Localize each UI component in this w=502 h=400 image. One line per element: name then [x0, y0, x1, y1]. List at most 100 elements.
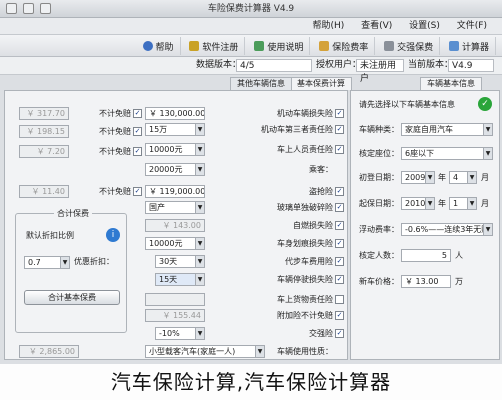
maximize-window-button[interactable]	[40, 3, 51, 14]
data-version-value: 4/5	[236, 59, 312, 72]
help-icon	[142, 41, 153, 51]
chevron-down-icon: ▼	[195, 164, 204, 175]
cargo-checkbox[interactable]	[335, 295, 344, 304]
start-month-value: 1	[453, 199, 459, 208]
deductible-amount-4: ￥ 11.40	[19, 185, 69, 198]
calculator-button[interactable]: 计算器	[443, 37, 496, 55]
register-button[interactable]: 软件注册	[183, 37, 246, 55]
theft-checkbox[interactable]: ✓	[335, 187, 344, 196]
deductible-label-1: 不计免赔	[99, 109, 131, 118]
deductible-label-3: 不计免赔	[99, 147, 131, 156]
self-ignition-amount: ￥ 143.00	[145, 219, 205, 232]
register-year-select[interactable]: 2009 ▼	[401, 171, 435, 184]
float-rate-select[interactable]: -0.6%——连续3年无赔款 ▼	[401, 223, 493, 236]
manual-button[interactable]: 使用说明	[248, 37, 311, 55]
start-year-select[interactable]: 2010 ▼	[401, 197, 435, 210]
tool-icon	[384, 41, 395, 51]
window-title: 车险保费计算器 V4.9	[207, 4, 295, 14]
usage-value: 小型载客汽车(家庭一人)	[149, 347, 236, 356]
menu-view[interactable]: 查看(V)	[354, 18, 399, 35]
usage-select[interactable]: 小型载客汽车(家庭一人) ▼	[145, 345, 265, 358]
compulsory-premium-button[interactable]: 交强保费	[378, 37, 441, 55]
chevron-down-icon: ▼	[195, 328, 204, 339]
chevron-down-icon: ▼	[195, 144, 204, 155]
third-party-checkbox[interactable]: ✓	[335, 125, 344, 134]
register-month-select[interactable]: 4 ▼	[449, 171, 477, 184]
summary-group: 合计保费 i 默认折扣比例 优惠折扣： 0.7 ▼ 合计基本保费	[15, 208, 127, 333]
glass-checkbox[interactable]: ✓	[335, 203, 344, 212]
title-bar: 车险保费计算器 V4.9	[0, 0, 502, 18]
rental-checkbox[interactable]: ✓	[335, 257, 344, 266]
glass-value: 国产	[149, 203, 165, 212]
deductible-checkbox-4[interactable]: ✓	[133, 187, 142, 196]
register-date-label: 初登日期：	[359, 173, 399, 182]
deductible-checkbox-1[interactable]: ✓	[133, 109, 142, 118]
damage-checkbox[interactable]: ✓	[335, 109, 344, 118]
downtime-checkbox[interactable]: ✓	[335, 275, 344, 284]
tab-basic-premium[interactable]: 基本保费计算	[290, 77, 352, 90]
self-ignition-checkbox[interactable]: ✓	[335, 221, 344, 230]
theft-amount-input[interactable]: ￥ 119,000.00	[145, 185, 205, 198]
chevron-down-icon: ▼	[195, 124, 204, 135]
damage-amount-input[interactable]: ￥ 130,000.00	[145, 107, 205, 120]
minimize-window-button[interactable]	[23, 3, 34, 14]
start-date-label: 起保日期：	[359, 199, 399, 208]
usage-label: 车辆使用性质：	[277, 347, 333, 356]
glass-select[interactable]: 国产 ▼	[145, 201, 205, 214]
downtime-select[interactable]: 15天 ▼	[155, 273, 205, 286]
hint-text: 请先选择以下车辆基本信息	[359, 100, 455, 109]
seats-select[interactable]: 6座以下 ▼	[401, 147, 493, 160]
chevron-down-icon: ▼	[467, 172, 476, 183]
deductible-checkbox-3[interactable]: ✓	[133, 147, 142, 156]
menu-help[interactable]: 帮助(H)	[305, 18, 351, 35]
year-unit: 年	[438, 199, 446, 208]
passenger-select[interactable]: 20000元 ▼	[145, 163, 205, 176]
scratch-checkbox[interactable]: ✓	[335, 239, 344, 248]
close-window-button[interactable]	[6, 3, 17, 14]
info-bar: 当前版本： V4.9 授权用户： 未注册用户 数据版本： 4/5	[0, 57, 502, 84]
scratch-select[interactable]: 10000元 ▼	[145, 237, 205, 250]
driver-liability-checkbox[interactable]: ✓	[335, 145, 344, 154]
start-year-value: 2010	[405, 199, 426, 208]
price-input[interactable]: ￥ 13.00	[401, 275, 451, 288]
discount-select[interactable]: 0.7 ▼	[24, 256, 70, 269]
rental-select[interactable]: 30天 ▼	[155, 255, 205, 268]
chevron-down-icon: ▼	[195, 202, 204, 213]
vehicle-type-select[interactable]: 家庭自用汽车 ▼	[401, 123, 493, 136]
calc-total-button[interactable]: 合计基本保费	[24, 290, 120, 305]
start-month-select[interactable]: 1 ▼	[449, 197, 477, 210]
chevron-down-icon: ▼	[425, 172, 434, 183]
vehicle-info-panel: ✓ 请先选择以下车辆基本信息 车辆种类： 家庭自用汽车 ▼ 核定座位： 6座以下 ▼…	[350, 90, 500, 360]
passenger-value: 20000元	[149, 165, 183, 174]
user-label: 授权用户：	[316, 60, 362, 70]
driver-liability-select[interactable]: 10000元 ▼	[145, 143, 205, 156]
compulsory-select[interactable]: -10% ▼	[155, 327, 205, 340]
passengers-label: 核定人数：	[359, 251, 399, 260]
seats-value: 6座以下	[405, 149, 435, 158]
chevron-down-icon: ▼	[255, 346, 264, 357]
menu-file[interactable]: 文件(F)	[450, 18, 494, 35]
discount-label: 优惠折扣：	[74, 257, 114, 266]
third-party-value: 15万	[149, 125, 168, 134]
tab-other-info[interactable]: 其他车辆信息	[230, 77, 292, 90]
toolbar: 计算器 交强保费 保险费率 使用说明 软件注册 帮助	[0, 35, 502, 57]
tab-vehicle-info[interactable]: 车辆基本信息	[420, 77, 482, 90]
theft-label: 盗抢险	[309, 187, 333, 196]
chevron-down-icon: ▼	[483, 148, 492, 159]
cargo-amount	[145, 293, 205, 306]
deductible-label-4: 不计免赔	[99, 187, 131, 196]
menu-settings[interactable]: 设置(S)	[402, 18, 447, 35]
discount-value: 0.7	[28, 258, 41, 267]
info-icon: i	[106, 228, 120, 242]
third-party-select[interactable]: 15万 ▼	[145, 123, 205, 136]
passengers-input[interactable]: 5	[401, 249, 451, 262]
deductible-checkbox-2[interactable]: ✓	[133, 127, 142, 136]
rate-button[interactable]: 保险费率	[313, 37, 376, 55]
passenger-label: 乘客：	[309, 165, 333, 174]
table-icon	[319, 41, 330, 51]
compulsory-checkbox[interactable]: ✓	[335, 329, 344, 338]
float-rate-value: -0.6%——连续3年无赔款	[405, 225, 493, 234]
addon-deductible-checkbox[interactable]: ✓	[335, 311, 344, 320]
help-button[interactable]: 帮助	[137, 37, 181, 55]
damage-label: 机动车辆损失险	[277, 109, 333, 118]
